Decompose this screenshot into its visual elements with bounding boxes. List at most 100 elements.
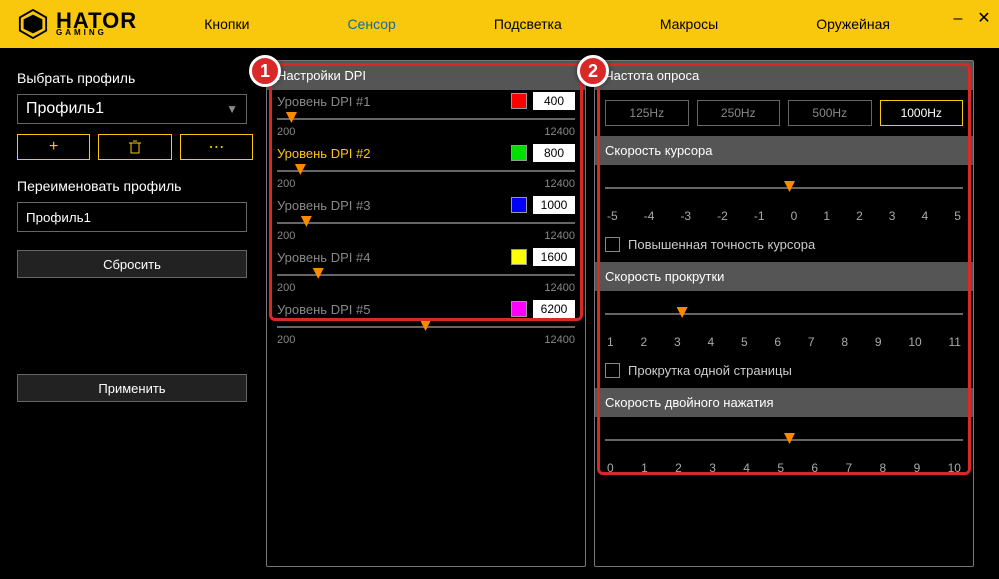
logo-sub: GAMING xyxy=(56,30,137,36)
color-swatch[interactable] xyxy=(511,301,527,317)
body: Выбрать профиль Профиль1 ▼ + ⋯ Переимено… xyxy=(0,48,999,579)
dpi-value-input[interactable]: 6200 xyxy=(533,300,575,318)
poll-button-500Hz[interactable]: 500Hz xyxy=(788,100,872,126)
page-scroll-label: Прокрутка одной страницы xyxy=(628,363,792,378)
minimize-icon[interactable]: ‒ xyxy=(951,12,965,26)
tick-label: -3 xyxy=(680,209,691,223)
dpi-slider[interactable] xyxy=(277,216,575,230)
dpi-row-1: Уровень DPI #1 400 200 12400 xyxy=(267,90,585,142)
dpi-value-input[interactable]: 800 xyxy=(533,144,575,162)
tick-label: 1 xyxy=(607,335,614,349)
dpi-value-input[interactable]: 1600 xyxy=(533,248,575,266)
dpi-min: 200 xyxy=(277,126,295,138)
nav-macros[interactable]: Макросы xyxy=(660,16,718,32)
app-window: HATOR GAMING Кнопки Сенсор Подсветка Мак… xyxy=(0,0,999,579)
logo-name: HATOR xyxy=(56,12,137,30)
tick-label: 5 xyxy=(777,461,784,475)
settings-panel: 2 Частота опроса 125Hz 250Hz 500Hz 1000Hz С… xyxy=(594,60,974,567)
annotation-marker-2: 2 xyxy=(577,55,609,87)
tick-label: 2 xyxy=(856,209,863,223)
dpi-min: 200 xyxy=(277,334,295,346)
dblclick-header: Скорость двойного нажатия xyxy=(595,388,973,417)
tick-label: 3 xyxy=(674,335,681,349)
dpi-panel: 1 Настройки DPI Уровень DPI #1 400 20012… xyxy=(266,60,586,567)
dpi-value-input[interactable]: 1000 xyxy=(533,196,575,214)
dpi-min: 200 xyxy=(277,230,295,242)
color-swatch[interactable] xyxy=(511,93,527,109)
dpi-slider[interactable] xyxy=(277,320,575,334)
tick-label: 6 xyxy=(811,461,818,475)
tick-label: 10 xyxy=(948,461,961,475)
precision-label: Повышенная точность курсора xyxy=(628,237,815,252)
delete-profile-button[interactable] xyxy=(98,134,171,160)
reset-button[interactable]: Сбросить xyxy=(17,250,247,278)
more-profile-button[interactable]: ⋯ xyxy=(180,134,253,160)
nav-armory[interactable]: Оружейная xyxy=(816,16,890,32)
tick-label: 1 xyxy=(641,461,648,475)
tick-label: 11 xyxy=(949,335,961,349)
color-swatch[interactable] xyxy=(511,145,527,161)
poll-header: Частота опроса xyxy=(595,61,973,90)
scroll-speed-slider[interactable] xyxy=(605,299,963,327)
tick-label: 2 xyxy=(675,461,682,475)
nav-sensor[interactable]: Сенсор xyxy=(347,16,395,32)
color-swatch[interactable] xyxy=(511,249,527,265)
poll-button-250Hz[interactable]: 250Hz xyxy=(697,100,781,126)
dpi-label: Уровень DPI #3 xyxy=(277,198,370,213)
dpi-label: Уровень DPI #2 xyxy=(277,146,370,161)
close-icon[interactable]: ✕ xyxy=(977,12,991,26)
dpi-slider[interactable] xyxy=(277,268,575,282)
tick-label: 4 xyxy=(707,335,714,349)
tick-label: 0 xyxy=(607,461,614,475)
tick-label: 0 xyxy=(791,209,798,223)
tick-label: -2 xyxy=(717,209,728,223)
tick-label: 4 xyxy=(922,209,929,223)
dpi-min: 200 xyxy=(277,282,295,294)
dpi-slider[interactable] xyxy=(277,112,575,126)
profile-select[interactable]: Профиль1 ▼ xyxy=(17,94,247,124)
tick-label: 2 xyxy=(640,335,647,349)
tick-label: -5 xyxy=(607,209,618,223)
apply-button[interactable]: Применить xyxy=(17,374,247,402)
cursor-speed-header: Скорость курсора xyxy=(595,136,973,165)
tick-label: 9 xyxy=(875,335,882,349)
cursor-speed-slider[interactable] xyxy=(605,173,963,201)
dpi-max: 12400 xyxy=(544,178,575,190)
poll-button-125Hz[interactable]: 125Hz xyxy=(605,100,689,126)
dpi-label: Уровень DPI #1 xyxy=(277,94,370,109)
titlebar: HATOR GAMING Кнопки Сенсор Подсветка Мак… xyxy=(0,0,999,48)
tick-label: 9 xyxy=(914,461,921,475)
annotation-marker-1: 1 xyxy=(249,55,281,87)
color-swatch[interactable] xyxy=(511,197,527,213)
nav-buttons[interactable]: Кнопки xyxy=(204,16,249,32)
tick-label: 5 xyxy=(954,209,961,223)
dblclick-slider[interactable] xyxy=(605,425,963,453)
add-profile-button[interactable]: + xyxy=(17,134,90,160)
tick-label: 8 xyxy=(841,335,848,349)
tick-label: 7 xyxy=(845,461,852,475)
dpi-row-3: Уровень DPI #3 1000 200 12400 xyxy=(267,194,585,246)
tick-label: 5 xyxy=(741,335,748,349)
tick-label: 10 xyxy=(908,335,921,349)
profile-panel: Выбрать профиль Профиль1 ▼ + ⋯ Переимено… xyxy=(12,60,258,567)
rename-input[interactable] xyxy=(17,202,247,232)
tick-label: 8 xyxy=(880,461,887,475)
page-scroll-checkbox[interactable] xyxy=(605,363,620,378)
dpi-max: 12400 xyxy=(544,282,575,294)
rename-label: Переименовать профиль xyxy=(17,178,253,194)
dpi-label: Уровень DPI #4 xyxy=(277,250,370,265)
dpi-row-2: Уровень DPI #2 800 20012400 xyxy=(267,142,585,194)
tick-label: -4 xyxy=(644,209,655,223)
dpi-label: Уровень DPI #5 xyxy=(277,302,370,317)
tick-label: 7 xyxy=(808,335,815,349)
dpi-max: 12400 xyxy=(544,126,575,138)
dpi-max: 12400 xyxy=(544,230,575,242)
poll-button-1000Hz[interactable]: 1000Hz xyxy=(880,100,964,126)
dpi-slider[interactable] xyxy=(277,164,575,178)
nav-light[interactable]: Подсветка xyxy=(494,16,562,32)
chevron-down-icon: ▼ xyxy=(226,102,238,116)
logo-icon xyxy=(18,9,48,39)
dpi-row-4: Уровень DPI #4 1600 200 12400 xyxy=(267,246,585,298)
precision-checkbox[interactable] xyxy=(605,237,620,252)
dpi-value-input[interactable]: 400 xyxy=(533,92,575,110)
